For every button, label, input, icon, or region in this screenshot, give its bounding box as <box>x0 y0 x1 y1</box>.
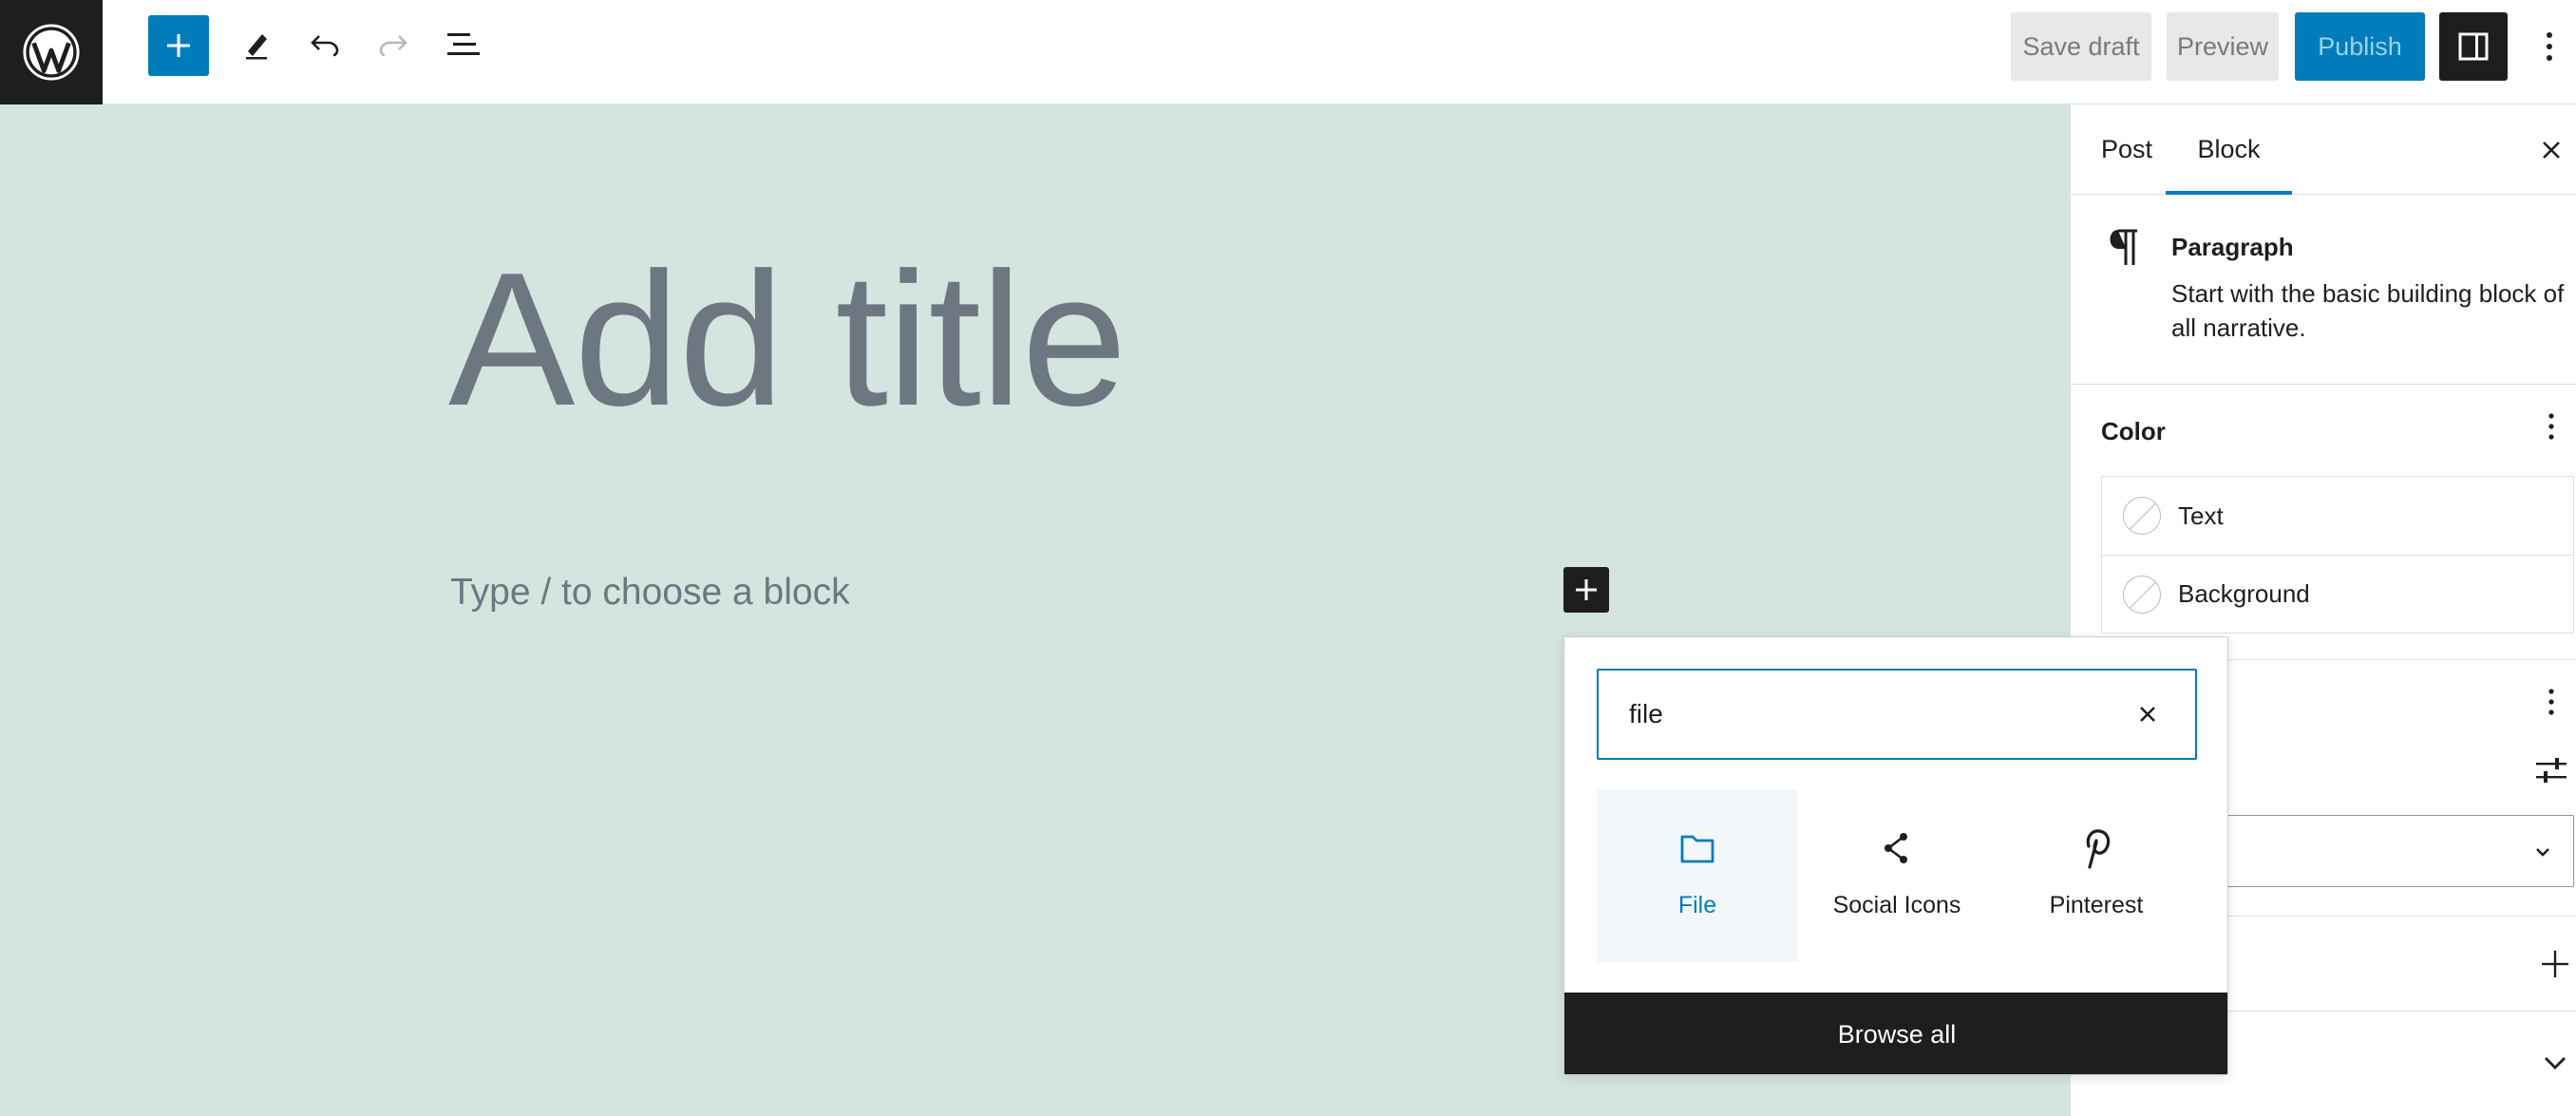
publish-button[interactable]: Publish <box>2295 12 2425 81</box>
color-panel-title: Color <box>2101 417 2166 445</box>
color-options-button[interactable] <box>2536 406 2567 447</box>
block-card: Paragraph Start with the basic building … <box>2071 195 2576 385</box>
block-search-input[interactable] <box>1627 671 2102 758</box>
undo-button[interactable] <box>294 13 355 74</box>
block-result-file[interactable]: File <box>1597 789 1798 962</box>
close-sidebar-button[interactable] <box>2529 127 2574 173</box>
paragraph-block-placeholder[interactable]: Type / to choose a block <box>450 572 850 614</box>
clear-search-button[interactable] <box>2125 691 2170 737</box>
browse-all-button[interactable]: Browse all <box>1564 993 2227 1074</box>
plus-icon[interactable] <box>2536 945 2574 983</box>
list-view-icon <box>447 33 480 55</box>
plus-icon <box>1576 579 1597 600</box>
close-icon <box>2140 707 2155 722</box>
settings-toggle-button[interactable] <box>2439 12 2508 81</box>
undo-icon <box>311 35 339 57</box>
chevron-down-icon <box>2536 848 2549 857</box>
color-item-label: Background <box>2178 579 2310 608</box>
block-result-label: Social Icons <box>1832 892 1961 918</box>
chevron-down-icon[interactable] <box>2536 1044 2574 1082</box>
block-result-pinterest[interactable]: Pinterest <box>1996 789 2197 962</box>
pencil-icon <box>246 34 267 60</box>
empty-swatch-icon <box>2123 575 2161 614</box>
inline-block-inserter-button[interactable] <box>1563 567 1609 613</box>
sidebar-toggle-icon <box>2458 32 2489 61</box>
redo-icon <box>379 35 407 57</box>
redo-button[interactable] <box>363 13 424 74</box>
tab-post[interactable]: Post <box>2101 104 2152 195</box>
quick-inserter-popover: File Social Icons Pinterest Browse all <box>1563 636 2228 1075</box>
sidebar-tabs: Post Block <box>2071 104 2576 195</box>
block-search-field[interactable] <box>1597 669 2197 760</box>
wordpress-logo-icon[interactable] <box>0 0 103 104</box>
settings-sliders-icon[interactable] <box>2532 751 2570 789</box>
share-icon <box>1796 823 1998 873</box>
empty-swatch-icon <box>2123 497 2161 535</box>
more-vertical-icon <box>2547 32 2552 61</box>
color-item-text[interactable]: Text <box>2102 477 2573 555</box>
typography-options-button[interactable] <box>2536 681 2567 723</box>
close-icon <box>2543 142 2560 159</box>
block-card-description: Start with the basic building block of a… <box>2171 279 2565 342</box>
color-item-label: Text <box>2178 501 2224 530</box>
block-result-label: Pinterest <box>2049 892 2144 918</box>
block-result-label: File <box>1677 892 1717 918</box>
pinterest-icon <box>1996 823 2197 873</box>
tab-block[interactable]: Block <box>2166 104 2292 195</box>
folder-icon <box>1597 823 1798 873</box>
block-card-title: Paragraph <box>2171 233 2294 261</box>
more-vertical-icon <box>2548 413 2554 440</box>
tools-button[interactable] <box>226 13 287 74</box>
post-title-field[interactable]: Add title <box>448 245 1127 435</box>
plus-icon <box>167 34 190 57</box>
block-result-social-icons[interactable]: Social Icons <box>1796 789 1998 962</box>
color-panel: Color Text Background <box>2071 385 2576 660</box>
color-settings-list: Text Background <box>2101 476 2574 634</box>
more-vertical-icon <box>2548 689 2554 715</box>
options-menu-button[interactable] <box>2529 12 2570 81</box>
save-draft-button[interactable]: Save draft <box>2011 12 2151 81</box>
block-inserter-button[interactable] <box>148 15 209 76</box>
preview-button[interactable]: Preview <box>2167 12 2279 81</box>
paragraph-icon <box>2110 229 2137 265</box>
editor-header: Save draft Preview Publish <box>0 0 2576 104</box>
list-view-button[interactable] <box>433 13 494 74</box>
color-item-background[interactable]: Background <box>2102 555 2573 633</box>
